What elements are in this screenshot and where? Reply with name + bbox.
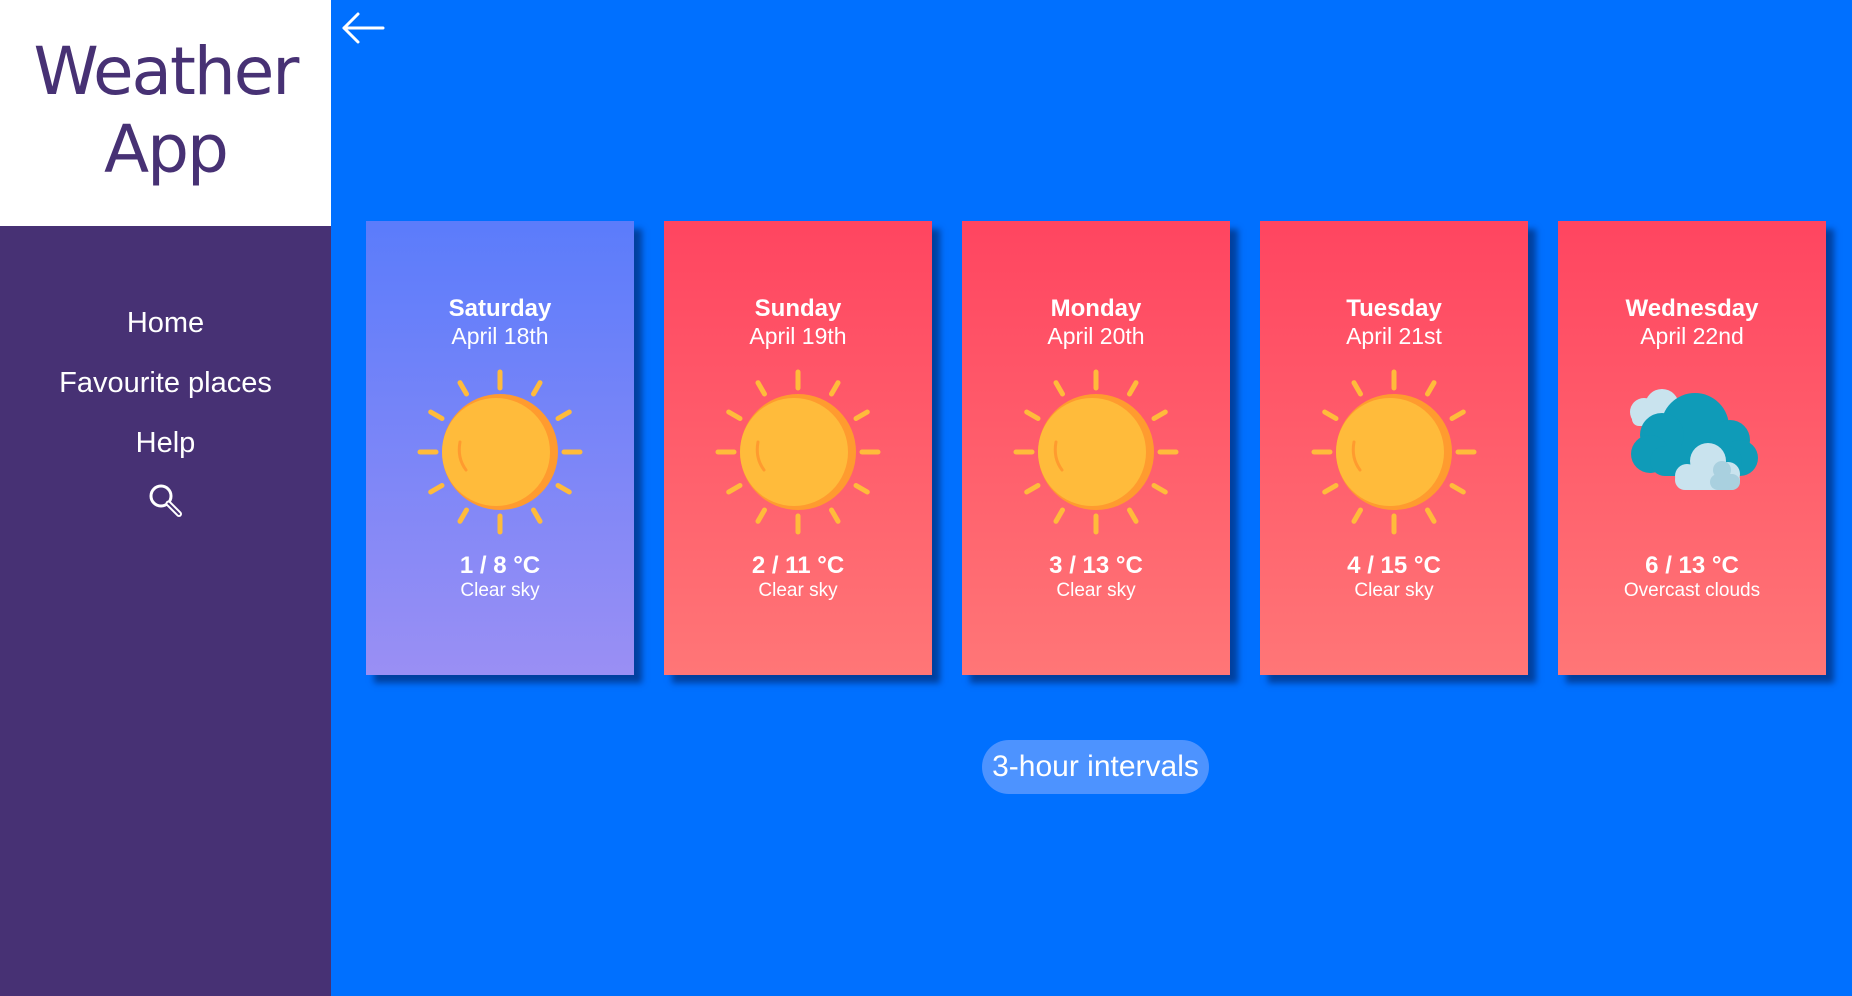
card-description: Clear sky (460, 580, 540, 601)
card-date: April 18th (451, 323, 549, 349)
3-hour-intervals-button[interactable]: 3-hour intervals (982, 740, 1209, 794)
nav-item-favourite-places[interactable]: Favourite places (0, 353, 331, 413)
card-description: Clear sky (1354, 580, 1434, 601)
card-temperature: 3 / 13 °C (1049, 552, 1143, 579)
card-description: Overcast clouds (1623, 580, 1761, 601)
forecast-card[interactable]: Monday April 20th 3 / 13 °C Clear sky (962, 221, 1230, 675)
logo[interactable]: Weather App (0, 0, 331, 226)
card-description: Clear sky (758, 580, 838, 601)
app-title-line2: App (104, 111, 229, 188)
card-temperature: 4 / 15 °C (1347, 552, 1441, 579)
card-temperature: 6 / 13 °C (1645, 552, 1739, 579)
forecast-card[interactable]: Tuesday April 21st 4 / 15 °C Clear sky (1260, 221, 1528, 675)
app-title: Weather App (33, 33, 300, 189)
forecast-card[interactable]: Sunday April 19th 2 / 11 °C Clear sky (664, 221, 932, 675)
card-description: Clear sky (1056, 580, 1136, 601)
nav-item-help[interactable]: Help (0, 413, 331, 473)
card-temperature: 1 / 8 °C (459, 552, 541, 579)
card-day: Tuesday (1346, 295, 1442, 322)
sidebar-nav: Home Favourite places Help (0, 293, 331, 521)
magnifier-icon[interactable] (146, 481, 186, 521)
sidebar: Weather App Home Favourite places Help (0, 0, 331, 996)
card-date: April 19th (749, 323, 847, 349)
nav-item-home[interactable]: Home (0, 293, 331, 353)
clouds-icon (1630, 389, 1758, 490)
card-day: Wednesday (1625, 295, 1759, 322)
card-date: April 20th (1047, 323, 1145, 349)
sun-icon (1013, 369, 1179, 535)
sun-icon (417, 369, 583, 535)
card-day: Sunday (754, 295, 842, 322)
card-temperature: 2 / 11 °C (751, 552, 845, 579)
card-date: April 22nd (1640, 323, 1744, 349)
arrow-left-icon[interactable] (340, 10, 386, 46)
forecast-card[interactable]: Saturday April 18th 1 / 8 °C Clear sky (366, 221, 634, 675)
card-day: Monday (1050, 295, 1142, 322)
card-date: April 21st (1346, 323, 1442, 349)
card-day: Saturday (448, 295, 552, 322)
app-title-line1: Weather (33, 33, 300, 110)
sun-icon (715, 369, 881, 535)
forecast-card[interactable]: Wednesday April 22nd 6 / 13 °C Overcast … (1558, 221, 1826, 675)
sun-icon (1311, 369, 1477, 535)
